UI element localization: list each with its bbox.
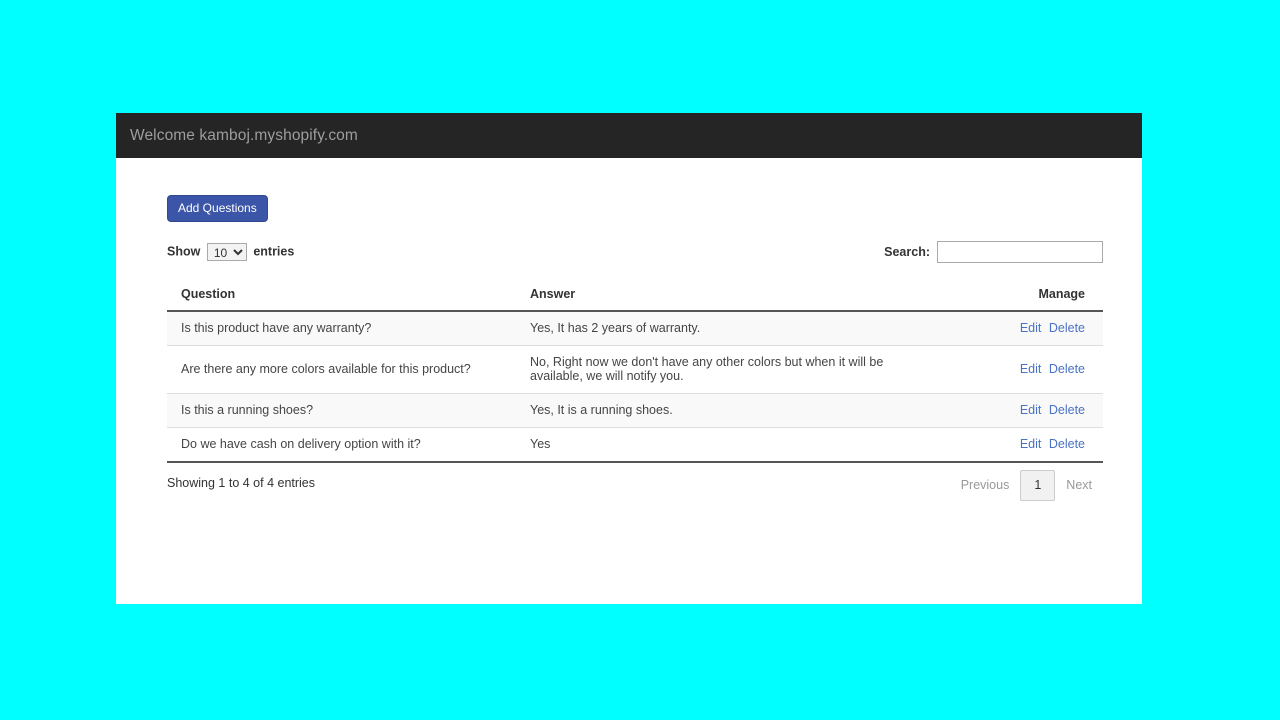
- delete-link[interactable]: Delete: [1049, 362, 1085, 376]
- delete-link[interactable]: Delete: [1049, 403, 1085, 417]
- entries-info: Showing 1 to 4 of 4 entries: [167, 476, 316, 490]
- table-row: Is this product have any warranty? Yes, …: [167, 311, 1103, 346]
- edit-link[interactable]: Edit: [1020, 362, 1042, 376]
- cell-answer: Yes: [516, 427, 941, 463]
- table-row: Are there any more colors available for …: [167, 345, 1103, 394]
- cell-answer: Yes, It is a running shoes.: [516, 393, 941, 428]
- table-header-row: Question Answer Manage: [167, 279, 1103, 312]
- search-label: Search:: [884, 245, 930, 259]
- cell-manage: Edit Delete: [941, 311, 1103, 346]
- add-questions-button[interactable]: Add Questions: [167, 195, 268, 222]
- datatable-footer: Showing 1 to 4 of 4 entries Previous 1 N…: [167, 470, 1103, 508]
- table-body: Is this product have any warranty? Yes, …: [167, 311, 1103, 463]
- column-header-manage[interactable]: Manage: [941, 279, 1103, 312]
- search-filter: Search:: [884, 241, 1103, 263]
- top-header-bar: Welcome kamboj.myshopify.com: [116, 113, 1142, 158]
- cell-answer: No, Right now we don't have any other co…: [516, 345, 941, 394]
- questions-table: Question Answer Manage Is this product h…: [167, 279, 1103, 463]
- entries-length-control: Show 10 entries: [167, 243, 294, 261]
- welcome-title: Welcome kamboj.myshopify.com: [130, 126, 358, 144]
- search-input[interactable]: [937, 241, 1103, 263]
- cell-question: Do we have cash on delivery option with …: [167, 427, 516, 463]
- delete-link[interactable]: Delete: [1049, 321, 1085, 335]
- cell-question: Are there any more colors available for …: [167, 345, 516, 394]
- edit-link[interactable]: Edit: [1020, 437, 1042, 451]
- datatable-controls: Show 10 entries Search:: [167, 241, 1103, 269]
- column-header-question[interactable]: Question: [167, 279, 516, 312]
- app-container: Welcome kamboj.myshopify.com Add Questio…: [116, 113, 1142, 604]
- cell-question: Is this a running shoes?: [167, 393, 516, 428]
- cell-manage: Edit Delete: [941, 393, 1103, 428]
- table-head: Question Answer Manage: [167, 279, 1103, 312]
- column-header-answer[interactable]: Answer: [516, 279, 941, 312]
- cell-question: Is this product have any warranty?: [167, 311, 516, 346]
- entries-per-page-select[interactable]: 10: [206, 243, 247, 261]
- edit-link[interactable]: Edit: [1020, 321, 1042, 335]
- pagination-next-button[interactable]: Next: [1055, 470, 1103, 501]
- cell-manage: Edit Delete: [941, 345, 1103, 394]
- delete-link[interactable]: Delete: [1049, 437, 1085, 451]
- table-row: Do we have cash on delivery option with …: [167, 427, 1103, 463]
- cell-answer: Yes, It has 2 years of warranty.: [516, 311, 941, 346]
- pagination: Previous 1 Next: [950, 470, 1103, 502]
- pagination-previous-button[interactable]: Previous: [950, 470, 1021, 501]
- cell-manage: Edit Delete: [941, 427, 1103, 463]
- table-row: Is this a running shoes? Yes, It is a ru…: [167, 393, 1103, 428]
- pagination-page-1-button[interactable]: 1: [1020, 470, 1056, 502]
- entries-label: entries: [253, 244, 295, 259]
- main-content: Add Questions Show 10 entries Search: Qu…: [116, 158, 1142, 508]
- show-label: Show: [167, 244, 201, 259]
- edit-link[interactable]: Edit: [1020, 403, 1042, 417]
